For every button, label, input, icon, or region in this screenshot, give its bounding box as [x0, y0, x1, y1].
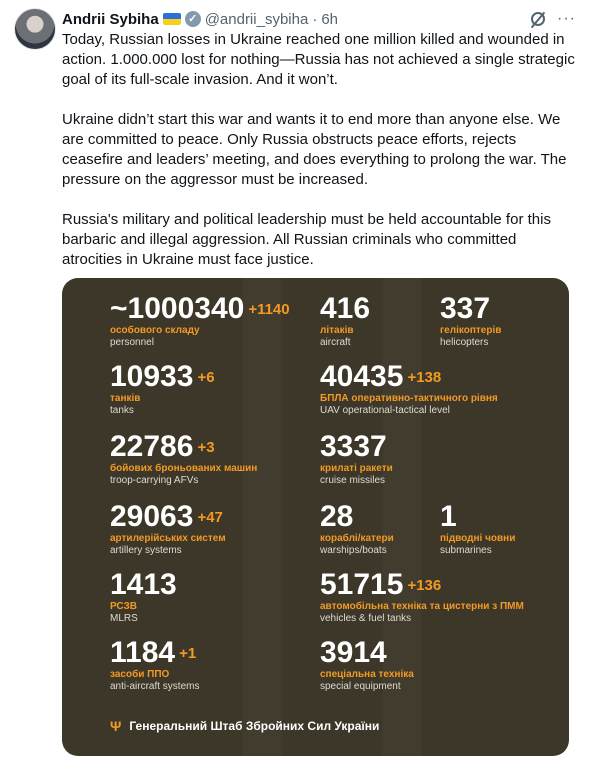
stat-delta: +1140 — [248, 301, 290, 318]
stat-label-ua: спеціальна техніка — [320, 669, 414, 680]
stat-aircraft: 416 літаків aircraft — [320, 294, 374, 349]
stat-delta: +6 — [197, 369, 215, 386]
stat-value: 1 — [440, 500, 457, 533]
stat-value: 337 — [440, 292, 491, 325]
post-paragraph: Russia's military and political leadersh… — [62, 211, 551, 268]
card-footer: Ψ Генеральний Штаб Збройних Сил України — [110, 718, 379, 734]
stat-label-en: warships/boats — [320, 545, 387, 556]
stat-value: 10933 — [110, 360, 194, 393]
stat-label-en: submarines — [440, 545, 492, 556]
stat-label-ua: автомобільна техніка та цистерни з ПММ — [320, 601, 524, 612]
stat-label-en: aircraft — [320, 337, 351, 348]
stat-label-en: anti-aircraft systems — [110, 681, 200, 692]
stat-helicopters: 337 гелікоптерів helicopters — [440, 294, 501, 349]
author-name[interactable]: Andrii Sybiha — [62, 11, 159, 28]
author-avatar[interactable] — [14, 8, 56, 50]
author-handle[interactable]: @andrii_sybiha — [205, 11, 309, 28]
stat-label-ua: літаків — [320, 325, 354, 336]
stat-label-ua: кораблі/катери — [320, 533, 394, 544]
stat-delta: +136 — [407, 577, 442, 594]
post-header: Andrii Sybiha ✓ @andrii_sybiha · 6h ··· — [62, 8, 576, 30]
stat-label-en: artillery systems — [110, 545, 182, 556]
stat-label-en: cruise missiles — [320, 475, 386, 486]
trident-icon: Ψ — [110, 718, 122, 734]
stat-label-en: special equipment — [320, 681, 401, 692]
stat-uav: 40435 +138 БПЛА оперативно-тактичного рів… — [320, 362, 498, 417]
stat-tanks: 10933 +6 танків tanks — [110, 362, 215, 417]
stat-label-ua: РСЗВ — [110, 601, 137, 612]
stat-value: 416 — [320, 292, 371, 325]
stat-value: 51715 — [320, 568, 404, 601]
stat-warships: 28 кораблі/катери warships/boats — [320, 502, 394, 557]
verified-badge-icon: ✓ — [184, 11, 201, 27]
more-icon[interactable]: ··· — [557, 10, 576, 28]
stat-label-en: personnel — [110, 337, 154, 348]
stat-delta: +1 — [179, 645, 197, 662]
stat-mlrs: 1413 РСЗВ MLRS — [110, 570, 181, 625]
stat-label-ua: бойових броньованих машин — [110, 463, 258, 474]
stat-artillery: 29063 +47 артилерійських систем artillery… — [110, 502, 226, 557]
stat-value: 28 — [320, 500, 354, 533]
stat-label-ua: БПЛА оперативно-тактичного рівня — [320, 393, 498, 404]
stat-label-ua: гелікоптерів — [440, 325, 502, 336]
stat-submarines: 1 підводні човни submarines — [440, 502, 515, 557]
stat-label-ua: особового складу — [110, 325, 200, 336]
stat-value: 1184 — [110, 636, 176, 669]
stat-delta: +138 — [407, 369, 442, 386]
stat-label-ua: засоби ППО — [110, 669, 170, 680]
stat-vehicles: 51715 +136 автомобільна техніка та цистер… — [320, 570, 524, 625]
stat-label-en: troop-carrying AFVs — [110, 475, 199, 486]
footer-text: Генеральний Штаб Збройних Сил України — [129, 719, 380, 733]
stat-value: 3914 — [320, 636, 387, 669]
stat-air-defense: 1184 +1 засоби ППО anti-aircraft systems — [110, 638, 199, 693]
stat-label-en: UAV operational-tactical level — [320, 405, 450, 416]
stat-value: ~1000340 — [110, 292, 245, 325]
stat-value: 22786 — [110, 430, 194, 463]
stat-label-ua: танків — [110, 393, 141, 404]
post-text: Today, Russian losses in Ukraine reached… — [62, 30, 577, 290]
stat-special-equipment: 3914 спеціальна техніка special equipmen… — [320, 638, 414, 693]
stat-label-ua: крилаті ракети — [320, 463, 393, 474]
stat-label-en: tanks — [110, 405, 134, 416]
stat-label-en: MLRS — [110, 613, 138, 624]
post-paragraph: Today, Russian losses in Ukraine reached… — [62, 31, 575, 88]
grok-icon[interactable] — [531, 12, 546, 26]
ukraine-flag-icon — [162, 13, 181, 25]
stat-label-en: helicopters — [440, 337, 489, 348]
stat-label-en: vehicles & fuel tanks — [320, 613, 412, 624]
stat-label-ua: підводні човни — [440, 533, 516, 544]
losses-infographic[interactable]: ~1000340 +1140 особового складу personnel… — [62, 278, 569, 756]
stat-delta: +47 — [197, 509, 223, 526]
post-time[interactable]: 6h — [321, 11, 338, 28]
stat-value: 40435 — [320, 360, 404, 393]
stat-value: 3337 — [320, 430, 387, 463]
separator-dot: · — [312, 10, 318, 28]
stat-label-ua: артилерійських систем — [110, 533, 226, 544]
stat-personnel: ~1000340 +1140 особового складу personnel — [110, 294, 290, 349]
post-paragraph: Ukraine didn’t start this war and wants … — [62, 111, 567, 188]
stat-value: 29063 — [110, 500, 194, 533]
stat-afv: 22786 +3 бойових броньованих машин troop-… — [110, 432, 257, 487]
stat-value: 1413 — [110, 568, 177, 601]
stat-delta: +3 — [197, 439, 215, 456]
stat-cruise-missiles: 3337 крилаті ракети cruise missiles — [320, 432, 393, 487]
